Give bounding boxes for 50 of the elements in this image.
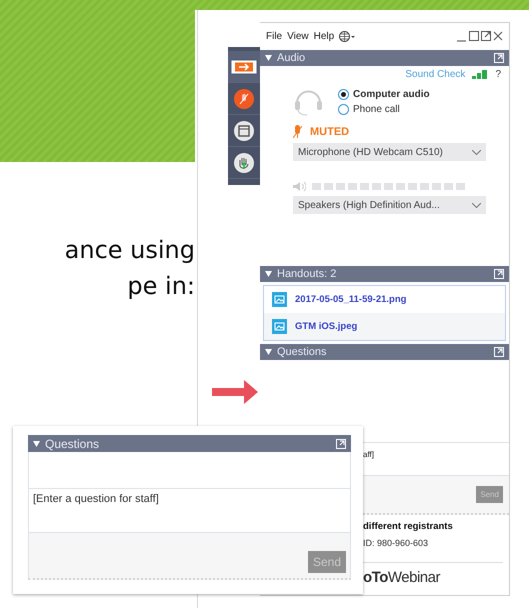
collapse-triangle-icon[interactable]: [265, 349, 272, 355]
section-title: Questions: [277, 346, 328, 358]
image-file-icon: [272, 292, 287, 307]
pop-out-icon[interactable]: [494, 269, 504, 279]
mute-status: MUTED: [310, 126, 350, 138]
menu-item[interactable]: File: [266, 31, 282, 42]
help-icon[interactable]: ?: [495, 69, 501, 80]
toolbar-button[interactable]: [228, 51, 260, 83]
signal-bars-icon: [472, 70, 488, 79]
muted-microphone-icon: [293, 125, 302, 139]
pop-out-icon[interactable]: [494, 347, 504, 357]
section-title: Audio: [277, 52, 306, 64]
menu-item[interactable]: Help: [314, 31, 334, 42]
pop-out-icon[interactable]: [494, 53, 504, 63]
window-icon: [234, 120, 254, 140]
globe-icon[interactable]: [339, 31, 356, 42]
webinar-title: different registrants: [363, 521, 454, 532]
menu-item[interactable]: View: [287, 31, 309, 42]
pop-out-icon[interactable]: [336, 438, 346, 448]
dropdown-caret-icon: [472, 150, 481, 154]
section-header[interactable]: Questions: [28, 435, 351, 452]
collapse-triangle-icon[interactable]: [33, 440, 40, 446]
microphone-dropdown[interactable]: Microphone (HD Webcam C510): [293, 143, 486, 161]
collapse-triangle-icon[interactable]: [265, 271, 272, 277]
window-controls-icon[interactable]: [457, 31, 503, 42]
audio-option-radio[interactable]: Computer audio: [338, 88, 430, 100]
webinar-id: ID: 980-960-603: [363, 538, 430, 548]
handout-file-link[interactable]: 2017-05-05_11-59-21.png: [264, 286, 505, 313]
speaker-icon: [293, 181, 306, 192]
section-header[interactable]: Handouts: 2: [260, 266, 509, 282]
raised-hand-icon: [234, 152, 254, 172]
handout-file-link[interactable]: GTM iOS.jpeg: [264, 313, 505, 340]
collapse-triangle-icon[interactable]: [265, 55, 272, 61]
section-title: Handouts: 2: [277, 268, 338, 280]
slide-text: ance using: [64, 235, 195, 266]
image-file-icon: [272, 319, 287, 334]
muted-microphone-icon: [234, 88, 254, 108]
pointer-arrow: [212, 380, 258, 404]
question-input-text: aff]: [363, 450, 374, 459]
radio-button[interactable]: [338, 104, 349, 114]
slide-text: pe in:: [127, 271, 195, 302]
audio-option-radio[interactable]: Phone call: [338, 104, 430, 114]
question-input-field[interactable]: [Enter a question for staff]: [28, 489, 351, 533]
section-title: Questions: [45, 436, 100, 450]
radio-button[interactable]: [338, 88, 349, 100]
section-header[interactable]: Audio: [260, 50, 509, 66]
section-header[interactable]: Questions: [260, 344, 509, 360]
speakers-dropdown[interactable]: Speakers (High Definition Aud...: [293, 196, 486, 214]
brand-logo-text: oToWebinar: [362, 568, 442, 586]
dropdown-caret-icon: [472, 202, 481, 208]
